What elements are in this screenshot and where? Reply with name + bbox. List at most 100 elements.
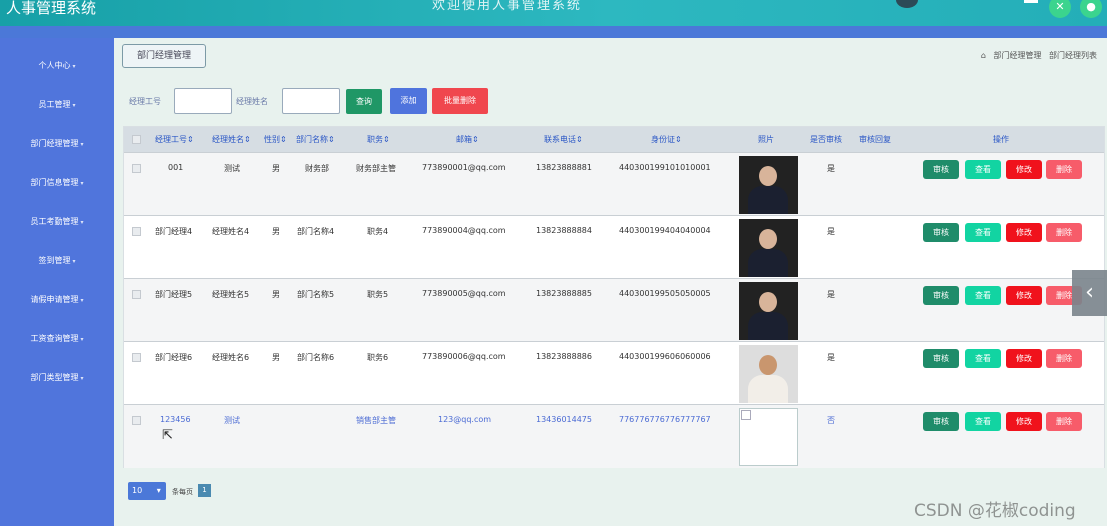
caret-down-icon: ▾	[80, 180, 84, 187]
delete-button[interactable]: 删除	[1046, 223, 1082, 242]
manager-table: 经理工号⇕ 经理姓名⇕ 性别⇕ 部门名称⇕ 职务⇕ 邮箱⇕ 联系电话⇕ 身份证⇕…	[123, 126, 1105, 468]
cell-audited: 是	[827, 353, 835, 362]
caret-down-icon: ▾	[80, 336, 84, 343]
edit-button[interactable]: 修改	[1006, 160, 1042, 179]
cell-name: 经理姓名4	[212, 227, 250, 236]
page-size-select[interactable]: 10 ▾	[128, 482, 166, 500]
row-checkbox[interactable]	[132, 227, 141, 236]
page-size-label: 条每页	[172, 488, 193, 496]
manager-id-input[interactable]	[174, 88, 232, 114]
chevron-left-icon[interactable]: ‹	[1072, 270, 1107, 316]
fullscreen-icon[interactable]: ✕	[1049, 0, 1071, 18]
query-button[interactable]: 查询	[346, 89, 382, 114]
delete-button[interactable]: 删除	[1046, 349, 1082, 368]
cell-name: 经理姓名5	[212, 290, 250, 299]
edit-button[interactable]: 修改	[1006, 349, 1042, 368]
cell-email: 123@qq.com	[438, 415, 492, 424]
delete-button[interactable]: 删除	[1046, 412, 1082, 431]
sidebar-item-personal-center[interactable]: 个人中心 ▾	[0, 60, 114, 71]
cell-email: 773890001@qq.com	[422, 163, 506, 172]
photo-thumbnail[interactable]	[739, 282, 798, 340]
view-button[interactable]: 查看	[965, 286, 1001, 305]
user-avatar[interactable]	[896, 0, 918, 8]
col-header-gender[interactable]: 性别⇕	[264, 134, 287, 145]
col-header-name[interactable]: 经理姓名⇕	[212, 134, 251, 145]
row-checkbox[interactable]	[132, 353, 141, 362]
sidebar-item-label: 工资查询管理	[30, 334, 79, 343]
sidebar-item-dept-type[interactable]: 部门类型管理 ▾	[0, 372, 114, 383]
review-button[interactable]: 审核	[923, 349, 959, 368]
cell-dept: 财务部	[305, 164, 329, 173]
view-button[interactable]: 查看	[965, 160, 1001, 179]
edit-button[interactable]: 修改	[1006, 412, 1042, 431]
photo-thumbnail[interactable]	[739, 219, 798, 277]
add-button[interactable]: 添加	[390, 88, 427, 114]
row-checkbox[interactable]	[132, 416, 141, 425]
col-header-id[interactable]: 经理工号⇕	[155, 134, 194, 145]
sidebar-item-label: 请假申请管理	[30, 295, 79, 304]
review-button[interactable]: 审核	[923, 412, 959, 431]
cell-name: 测试	[224, 416, 240, 425]
sidebar-item-salary[interactable]: 工资查询管理 ▾	[0, 333, 114, 344]
breadcrumb-level1[interactable]: 部门经理管理	[993, 51, 1041, 60]
cell-email: 773890004@qq.com	[422, 226, 506, 235]
photo-thumbnail[interactable]	[739, 156, 798, 214]
edit-button[interactable]: 修改	[1006, 286, 1042, 305]
review-button[interactable]: 审核	[923, 286, 959, 305]
caret-down-icon: ▾	[80, 297, 84, 304]
select-all-checkbox[interactable]	[132, 135, 141, 144]
edit-button[interactable]: 修改	[1006, 223, 1042, 242]
sidebar-item-label: 个人中心	[38, 61, 71, 70]
cell-phone: 13823888881	[536, 163, 592, 172]
col-header-email[interactable]: 邮箱⇕	[456, 134, 479, 145]
sidebar-item-label: 部门经理管理	[30, 139, 79, 148]
col-header-actions: 操作	[993, 135, 1009, 144]
page-title-tab[interactable]: 部门经理管理	[122, 44, 206, 68]
cell-dept: 部门名称5	[297, 290, 335, 299]
app-title: 人事管理系统	[6, 0, 97, 17]
row-checkbox[interactable]	[132, 290, 141, 299]
row-checkbox[interactable]	[132, 164, 141, 173]
caret-down-icon: ▾	[72, 63, 76, 70]
sidebar-item-attendance[interactable]: 员工考勤管理 ▾	[0, 216, 114, 227]
minimize-icon[interactable]	[1024, 0, 1038, 3]
col-header-idcard[interactable]: 身份证⇕	[651, 134, 682, 145]
cell-email: 773890006@qq.com	[422, 352, 506, 361]
col-header-phone[interactable]: 联系电话⇕	[544, 134, 583, 145]
photo-thumbnail[interactable]	[739, 345, 798, 403]
broken-image-icon[interactable]	[739, 408, 798, 466]
cell-audited: 否	[827, 416, 835, 425]
table-row: 部门经理5 经理姓名5 男 部门名称5 职务5 773890005@qq.com…	[124, 278, 1104, 341]
cell-phone: 13823888884	[536, 226, 592, 235]
manager-id-label: 经理工号	[129, 97, 161, 106]
cell-idcard: 440300199404040004	[619, 226, 711, 235]
sidebar-item-dept-info[interactable]: 部门信息管理 ▾	[0, 177, 114, 188]
col-header-position[interactable]: 职务⇕	[367, 134, 390, 145]
cell-position: 职务6	[367, 353, 389, 362]
view-button[interactable]: 查看	[965, 223, 1001, 242]
manager-name-input[interactable]	[282, 88, 340, 114]
sidebar-item-dept-manager[interactable]: 部门经理管理 ▾	[0, 138, 114, 149]
page-number-button[interactable]: 1	[198, 484, 211, 497]
sidebar-item-employee[interactable]: 员工管理 ▾	[0, 99, 114, 110]
home-icon[interactable]: ⌂	[981, 51, 986, 60]
cell-position: 职务4	[367, 227, 389, 236]
sidebar-item-label: 员工考勤管理	[30, 217, 79, 226]
view-button[interactable]: 查看	[965, 412, 1001, 431]
delete-button[interactable]: 删除	[1046, 160, 1082, 179]
sidebar: 个人中心 ▾ 员工管理 ▾ 部门经理管理 ▾ 部门信息管理 ▾ 员工考勤管理 ▾ 签到管理…	[0, 38, 114, 526]
col-header-dept[interactable]: 部门名称⇕	[296, 134, 335, 145]
cell-phone: 13436014475	[536, 415, 592, 424]
user-icon[interactable]: ●	[1080, 0, 1102, 18]
batch-delete-button[interactable]: 批量删除	[432, 88, 488, 114]
view-button[interactable]: 查看	[965, 349, 1001, 368]
sidebar-item-leave[interactable]: 请假申请管理 ▾	[0, 294, 114, 305]
cell-idcard: 440300199606060006	[619, 352, 711, 361]
cell-idcard: 776776776776777767	[619, 415, 711, 424]
cell-email: 773890005@qq.com	[422, 289, 506, 298]
sidebar-item-checkin[interactable]: 签到管理 ▾	[0, 255, 114, 266]
review-button[interactable]: 审核	[923, 160, 959, 179]
breadcrumb-level2: 部门经理列表	[1049, 51, 1097, 60]
review-button[interactable]: 审核	[923, 223, 959, 242]
top-center-title: 欢迎使用人事管理系统	[432, 0, 583, 13]
